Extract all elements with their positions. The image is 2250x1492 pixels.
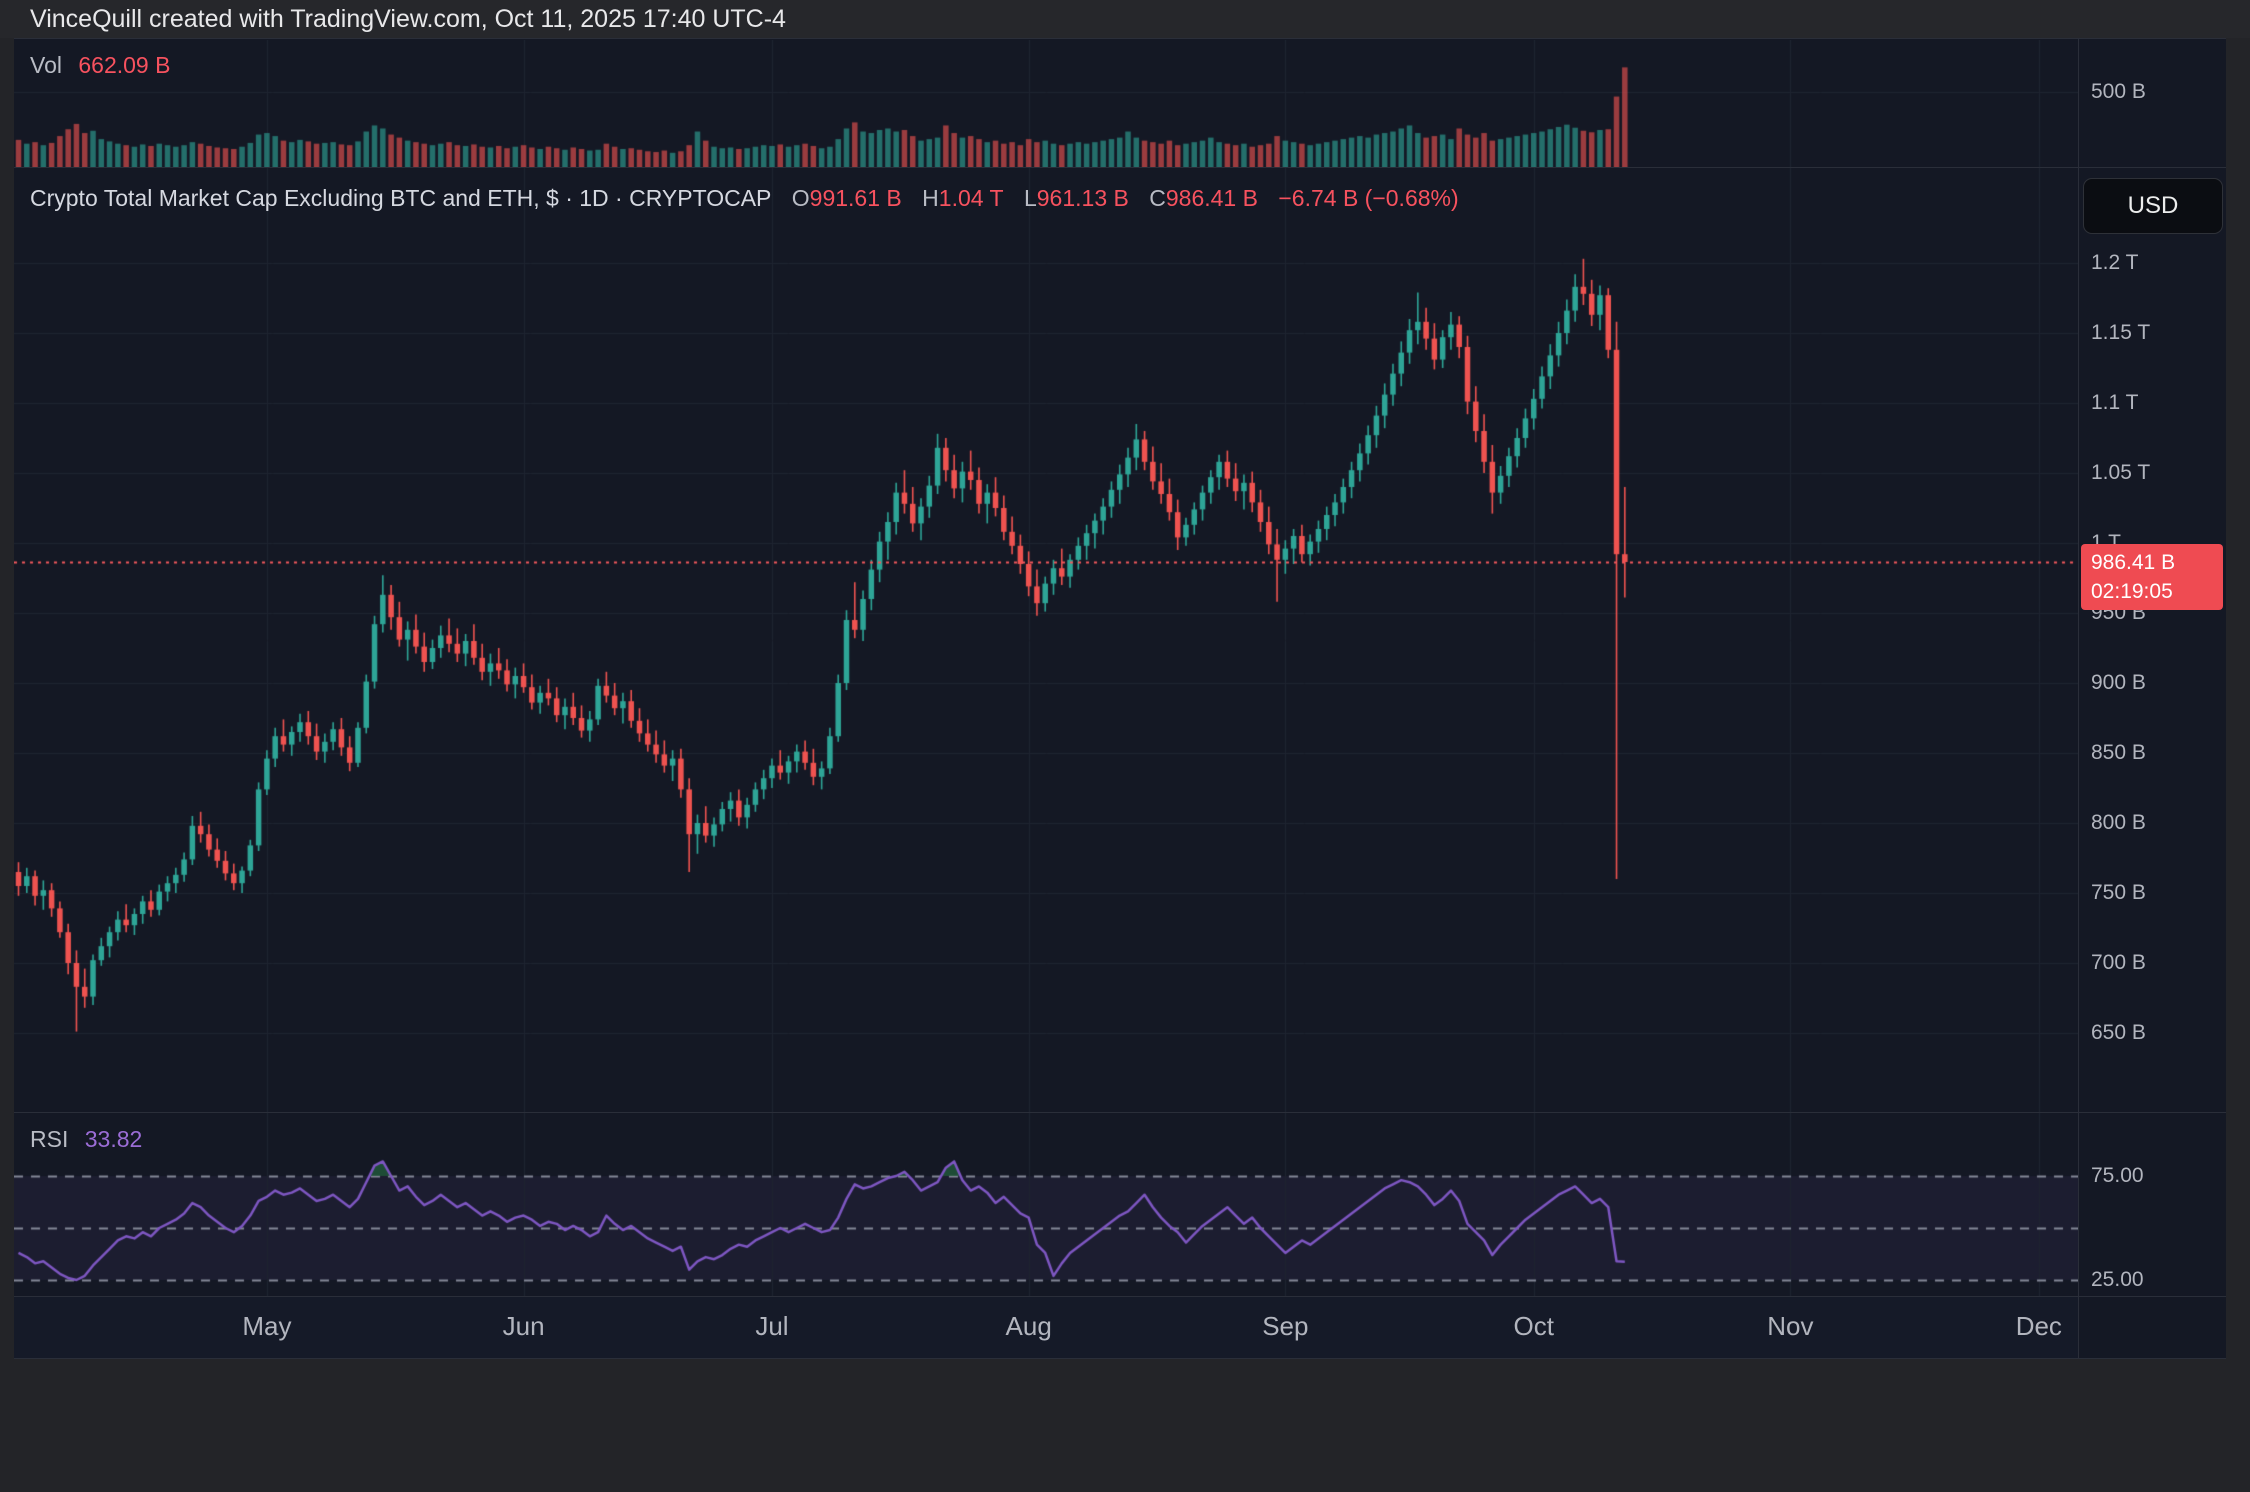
time-axis-month-label: Dec [2016, 1311, 2062, 1342]
price-axis-label: 700 B [2091, 951, 2146, 975]
bar-countdown: 02:19:05 [2091, 577, 2223, 606]
frame-right [2226, 38, 2250, 1358]
low-value: 961.13 B [1037, 185, 1129, 211]
open-label: O [792, 185, 810, 211]
price-axis-label: 1.15 T [2091, 321, 2150, 345]
divider-topbar [14, 38, 2226, 39]
rsi-legend[interactable]: RSI 33.82 [30, 1126, 142, 1153]
volume-legend-label: Vol [30, 52, 62, 78]
price-pane-canvas[interactable] [14, 168, 2079, 1113]
price-axis-label: 850 B [2091, 741, 2146, 765]
tradingview-chart-page: VinceQuill created with TradingView.com,… [0, 0, 2250, 1492]
last-price-badge: 986.41 B 02:19:05 [2081, 544, 2223, 610]
frame-left [0, 38, 14, 1358]
close-label: C [1149, 185, 1166, 211]
rsi-pane-canvas[interactable] [14, 1113, 2079, 1297]
time-axis-month-label: Jul [755, 1311, 788, 1342]
frame-bottom [0, 1359, 2250, 1492]
high-value: 1.04 T [939, 185, 1004, 211]
currency-toggle-button[interactable]: USD [2083, 178, 2223, 234]
time-axis[interactable]: May Jun Jul Aug Sep Oct Nov Dec [14, 1297, 2079, 1358]
symbol-title: Crypto Total Market Cap Excluding BTC an… [30, 185, 771, 211]
price-axis-label: 800 B [2091, 811, 2146, 835]
change-value: −6.74 B (−0.68%) [1278, 185, 1458, 211]
rsi-legend-value: 33.82 [85, 1126, 143, 1152]
last-price-value: 986.41 B [2091, 548, 2223, 577]
symbol-legend[interactable]: Crypto Total Market Cap Excluding BTC an… [30, 185, 1473, 212]
low-label: L [1024, 185, 1037, 211]
price-axis-label: 1.1 T [2091, 391, 2138, 415]
attribution-title: VinceQuill created with TradingView.com,… [30, 0, 786, 38]
close-value: 986.41 B [1166, 185, 1258, 211]
price-axis-label: 1.2 T [2091, 251, 2138, 275]
volume-axis-label: 500 B [2091, 80, 2146, 104]
rsi-legend-label: RSI [30, 1126, 68, 1152]
price-axis-label: 1.05 T [2091, 461, 2150, 485]
volume-legend[interactable]: Vol 662.09 B [30, 52, 170, 79]
top-title-bar: VinceQuill created with TradingView.com,… [0, 0, 2250, 38]
divider-main-rsi[interactable] [14, 1112, 2226, 1113]
time-axis-month-label: May [242, 1311, 291, 1342]
time-axis-month-label: Aug [1006, 1311, 1052, 1342]
price-axis-label: 900 B [2091, 671, 2146, 695]
price-axis-label: 750 B [2091, 881, 2146, 905]
divider-price-axis [2078, 38, 2079, 1358]
volume-pane-canvas[interactable] [14, 40, 2079, 168]
rsi-axis-label: 75.00 [2091, 1164, 2144, 1188]
price-axis[interactable]: USD 500 B1.2 T1.15 T1.1 T1.05 T1 T950 B9… [2079, 38, 2226, 1358]
time-axis-month-label: Oct [1514, 1311, 1554, 1342]
price-axis-label: 650 B [2091, 1021, 2146, 1045]
divider-rsi-timeaxis [14, 1296, 2226, 1297]
time-axis-month-label: Jun [503, 1311, 545, 1342]
time-axis-month-label: Nov [1767, 1311, 1813, 1342]
divider-volume-main [14, 167, 2226, 168]
high-label: H [922, 185, 939, 211]
time-axis-month-label: Sep [1262, 1311, 1308, 1342]
volume-legend-value: 662.09 B [78, 52, 170, 78]
rsi-axis-label: 25.00 [2091, 1268, 2144, 1292]
open-value: 991.61 B [810, 185, 902, 211]
